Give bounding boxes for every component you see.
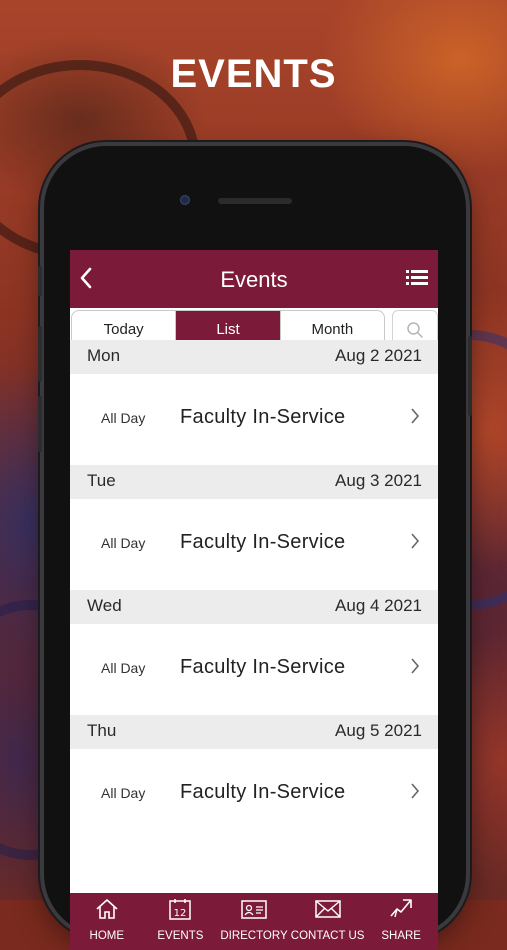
day-header: Wed Aug 4 2021 [70,590,438,624]
chevron-right-icon [411,408,420,424]
events-list: Mon Aug 2 2021 All Day Faculty In-Servic… [70,340,438,840]
event-time: All Day [101,535,146,551]
tab-label: DIRECTORY [220,930,288,942]
day-date: Aug 5 2021 [335,721,422,740]
chevron-right-icon [411,783,420,799]
app-screen: Events Today List Month Mon Aug 2 2021 A… [70,250,438,950]
tab-share[interactable]: SHARE [364,893,438,950]
front-camera [180,195,190,205]
day-name: Thu [87,721,117,740]
chevron-right-icon [411,658,420,674]
calendar-icon: 12 [169,899,192,920]
svg-text:12: 12 [174,908,187,919]
event-row[interactable]: All Day Faculty In-Service [70,374,438,465]
search-icon [407,322,423,338]
mute-switch [38,266,42,296]
event-name: Faculty In-Service [180,531,346,553]
day-header: Mon Aug 2 2021 [70,340,438,374]
tab-directory[interactable]: DIRECTORY [217,893,291,950]
day-date: Aug 3 2021 [335,471,422,490]
event-time: All Day [101,785,146,801]
event-row[interactable]: All Day Faculty In-Service [70,624,438,715]
event-name: Faculty In-Service [180,656,346,678]
tab-contact-us[interactable]: CONTACT US [290,893,365,950]
day-name: Tue [87,471,116,490]
tab-label: HOME [89,930,125,942]
tab-label: SHARE [381,930,421,942]
nav-bar: Events [70,250,438,308]
event-time: All Day [101,410,146,426]
contact-card-icon [241,900,267,919]
list-icon[interactable] [406,270,428,286]
day-header: Thu Aug 5 2021 [70,715,438,749]
event-time: All Day [101,660,146,676]
day-date: Aug 2 2021 [335,346,422,365]
event-name: Faculty In-Service [180,406,346,428]
phone-frame: Events Today List Month Mon Aug 2 2021 A… [38,146,472,950]
event-row[interactable]: All Day Faculty In-Service [70,499,438,590]
envelope-icon [314,900,341,918]
share-icon [390,899,412,918]
tab-events[interactable]: 12 EVENTS [144,893,218,950]
page-heading: EVENTS [170,52,337,96]
day-name: Wed [87,596,122,615]
volume-up-button [38,326,42,382]
event-row[interactable]: All Day Faculty In-Service [70,749,438,840]
volume-down-button [38,396,42,452]
day-name: Mon [87,346,121,365]
nav-title: Events [220,267,288,292]
power-button [468,336,472,416]
tab-label: CONTACT US [290,930,365,942]
day-header: Tue Aug 3 2021 [70,465,438,499]
tab-bar: HOME 12 EVENTS DIRECTORY CONTACT US SHAR… [70,893,438,950]
tab-home[interactable]: HOME [70,893,144,950]
home-icon [96,899,118,919]
day-date: Aug 4 2021 [335,596,422,615]
tab-label: EVENTS [157,930,204,942]
event-name: Faculty In-Service [180,781,346,803]
chevron-right-icon [411,533,420,549]
earpiece-speaker [218,198,292,204]
